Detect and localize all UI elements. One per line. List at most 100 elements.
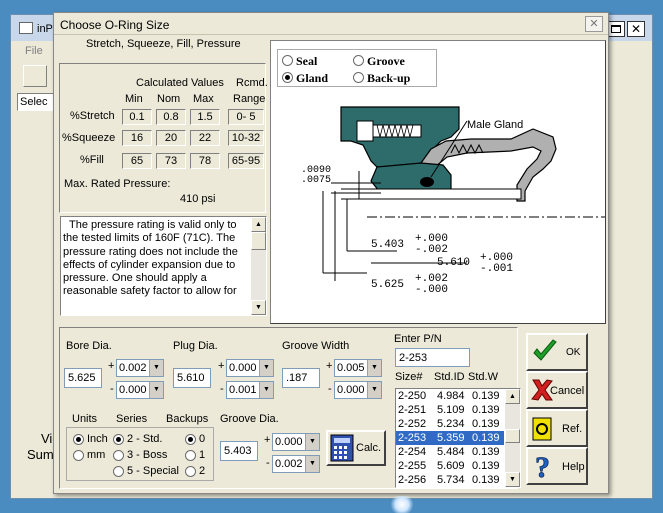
size-cell-size: 2-253 [398,432,427,444]
note-scroll-thumb[interactable] [251,232,266,250]
gw-plus-sign: + [326,360,333,372]
ok-button[interactable]: OK [526,333,588,371]
series-3-label: 3 - Boss [127,449,168,461]
bore-minus-value: 0.000 [119,384,147,396]
list-scroll-thumb[interactable] [505,429,520,443]
cancel-button-label: Cancel [550,385,585,397]
help-button[interactable]: ? Help [526,447,588,485]
size-cell-w: 0.139 [472,404,500,416]
dropdown-arrow-icon[interactable]: ▼ [149,382,163,398]
dropdown-arrow-icon[interactable]: ▼ [367,360,381,376]
note-scrollbar[interactable]: ▲ ▼ [251,217,266,315]
size-list-row[interactable]: 2-255 5.609 0.139 [396,459,504,473]
fill-max: 78 [190,153,220,169]
scroll-up-arrow-icon[interactable]: ▲ [251,217,266,232]
plug-minus-value: 0.001 [229,384,257,396]
size-list-row[interactable]: 2-251 5.109 0.139 [396,403,504,417]
bore-minus-combo[interactable]: 0.000 ▼ [116,381,164,399]
calculator-icon [330,434,354,462]
size-cell-id: 5.609 [437,460,465,472]
dropdown-arrow-icon[interactable]: ▼ [149,360,163,376]
dialog-title: Choose O-Ring Size [60,18,170,32]
squeeze-min: 16 [122,130,152,146]
pressure-note-textarea[interactable]: The pressure rating is valid only to the… [60,216,267,316]
background-select-combo[interactable]: Selec [17,93,57,111]
pn-input[interactable]: 2-253 [395,348,470,367]
toolbar-new-button[interactable] [23,65,47,87]
bore-minus-sign: - [110,383,114,395]
calc-button[interactable]: Calc. [326,430,386,466]
size-cell-w: 0.139 [472,418,500,430]
squeeze-max: 22 [190,130,220,146]
plug-plus-combo[interactable]: 0.000 ▼ [226,359,274,377]
cancel-button[interactable]: Cancel [526,371,588,409]
gd-plus-combo[interactable]: 0.000 ▼ [272,433,320,451]
col-stdw-header: Std.W [468,371,498,383]
groove-dia-input[interactable]: 5.403 [220,441,258,461]
radio-unit-inch[interactable] [73,434,84,445]
dropdown-arrow-icon[interactable]: ▼ [367,382,381,398]
size-list-row[interactable]: 2-253 5.359 0.139 [396,431,504,445]
size-cell-size: 2-251 [398,404,427,416]
scroll-down-arrow-icon[interactable]: ▼ [251,300,266,315]
unit-inch-label: Inch [87,433,108,445]
ref-button[interactable]: Ref. [526,409,588,447]
size-list-row[interactable]: 2-250 4.984 0.139 [396,389,504,403]
reference-icon [532,417,552,441]
radio-series-5[interactable] [113,466,124,477]
scroll-down-arrow-icon[interactable]: ▼ [505,472,520,487]
oring-size-list[interactable]: 2-250 4.984 0.139 2-251 5.109 0.139 2-252 5.234… [395,388,521,488]
size-list-row[interactable]: 2-252 5.234 0.139 [396,417,504,431]
dialog-close-button[interactable]: ✕ [585,16,603,32]
size-cell-w: 0.139 [472,460,500,472]
fill-nom: 73 [156,153,186,169]
list-scrollbar[interactable]: ▲ ▼ [505,389,520,487]
background-v-label: Vi [41,431,53,446]
background-sum-label: Sum [27,447,54,462]
size-cell-id: 5.484 [437,446,465,458]
size-cell-id: 5.359 [437,432,465,444]
size-list-row[interactable]: 2-256 5.734 0.139 [396,473,504,487]
radio-unit-mm[interactable] [73,450,84,461]
scroll-up-arrow-icon[interactable]: ▲ [505,389,520,404]
plug-dia-input[interactable]: 5.610 [173,368,211,388]
bore-plus-combo[interactable]: 0.002 ▼ [116,359,164,377]
radio-series-3[interactable] [113,450,124,461]
dropdown-arrow-icon[interactable]: ▼ [305,434,319,450]
gd-minus-sign: - [266,457,270,469]
stretch-min: 0.1 [122,109,152,125]
fill-range: 65-95 [228,153,264,169]
dropdown-arrow-icon[interactable]: ▼ [305,456,319,472]
groove-width-input[interactable]: .187 [282,368,320,388]
row-stretch-label: %Stretch [70,110,115,122]
gw-minus-sign: - [328,383,332,395]
gd-minus-combo[interactable]: 0.002 ▼ [272,455,320,473]
series-2-label: 2 - Std. [127,433,163,445]
radio-backup-1[interactable] [185,450,196,461]
dropdown-arrow-icon[interactable]: ▼ [259,382,273,398]
background-close-button[interactable]: ✕ [627,21,645,37]
plug-minus-combo[interactable]: 0.001 ▼ [226,381,274,399]
size-cell-size: 2-252 [398,418,427,430]
plug-minus-sign: - [220,383,224,395]
backup-0-label: 0 [199,433,206,445]
size-cell-size: 2-250 [398,390,427,402]
menu-file[interactable]: File [25,45,43,57]
gw-minus-value: 0.000 [337,384,365,396]
dropdown-arrow-icon[interactable]: ▼ [259,360,273,376]
size-list-row[interactable]: 2-254 5.484 0.139 [396,445,504,459]
radio-series-2[interactable] [113,434,124,445]
background-maximize-button[interactable] [607,21,625,37]
radio-backup-0[interactable] [185,434,196,445]
backup-2-label: 2 [199,465,206,477]
max-pressure-value: 410 psi [180,193,216,205]
calc-values-header: Calculated Values [136,77,224,89]
gw-minus-combo[interactable]: 0.000 ▼ [334,381,382,399]
size-cell-id: 5.234 [437,418,465,430]
radio-backup-2[interactable] [185,466,196,477]
gw-plus-combo[interactable]: 0.005 ▼ [334,359,382,377]
col-size-header: Size# [395,371,423,383]
units-label: Units [72,413,98,425]
bore-dia-input[interactable]: 5.625 [64,368,102,388]
bore-plus-sign: + [108,360,115,372]
